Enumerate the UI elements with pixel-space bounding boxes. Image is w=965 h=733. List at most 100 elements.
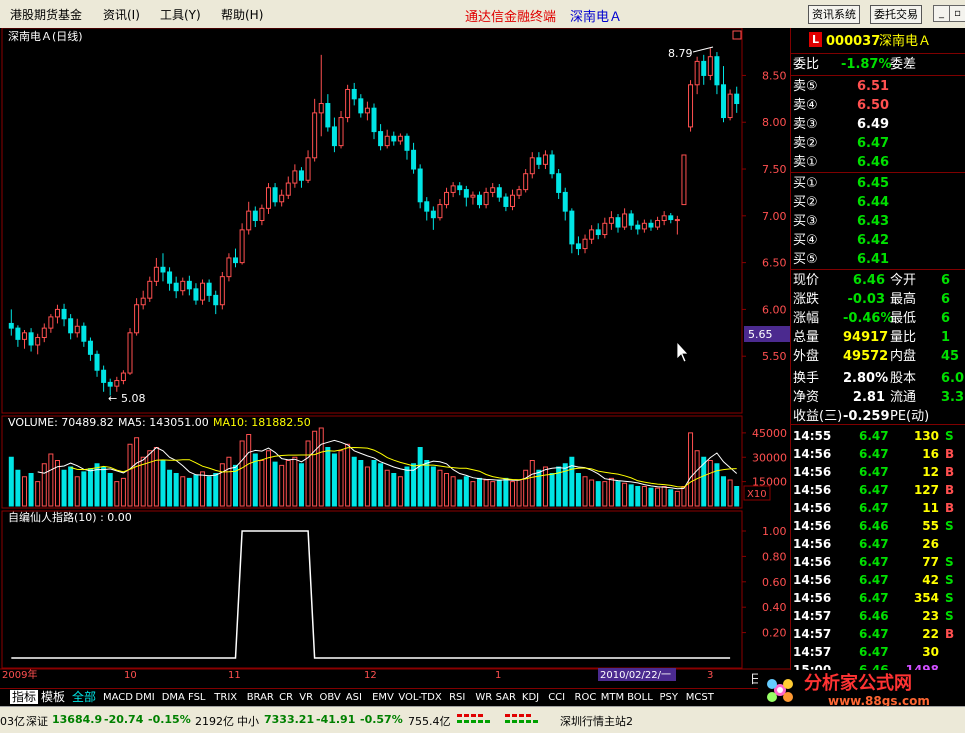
tick-time: 14:55 (793, 429, 832, 443)
candle-body (404, 135, 410, 151)
indicator-tab[interactable]: VOL-TDX (398, 691, 441, 705)
volume-bar (562, 463, 568, 507)
volume-bar (674, 490, 680, 507)
indicator-tab[interactable]: MACD (103, 691, 133, 705)
volume-bar (602, 481, 608, 507)
candle-body (213, 294, 219, 306)
menu-help[interactable]: 帮助(H) (221, 6, 263, 23)
volume-bar (358, 460, 364, 507)
buy-order-row[interactable]: 买④ 6.42 (791, 231, 965, 250)
indicator-tab[interactable]: KDJ (522, 691, 539, 705)
sz-index-change: -20.74 (104, 713, 144, 726)
time-axis: 2009年 10 11 12 1 2010/02/22/一 3 (2, 668, 713, 681)
candle-body (338, 117, 344, 147)
volume-bar (292, 456, 298, 507)
volume-bar (68, 466, 74, 507)
indicator-tab[interactable]: 指标 (10, 690, 39, 704)
buy-order-row[interactable]: 买② 6.44 (791, 193, 965, 212)
volume-bar (345, 443, 351, 507)
candle-body (648, 222, 654, 228)
server-name[interactable]: 深圳行情主站2 (560, 713, 633, 729)
candle-body (681, 154, 687, 206)
indicator-tick-label: 0.60 (762, 576, 787, 589)
stat-value: 49572 (843, 349, 889, 364)
indicator-tab[interactable]: ROC (575, 691, 597, 705)
volume-bar (615, 481, 621, 507)
candle-body (233, 257, 239, 264)
indicator-tab[interactable]: DMA (162, 691, 185, 705)
trade-button[interactable]: 委托交易 (870, 5, 922, 24)
indicator-tab[interactable]: PSY (660, 691, 679, 705)
volume-bar (397, 476, 403, 507)
indicator-tab[interactable]: CR (279, 691, 293, 705)
indicator-tab[interactable]: DMI (135, 691, 154, 705)
low-arrow-icon: ← (108, 392, 117, 405)
indicator-tab[interactable]: 全部 (72, 690, 96, 704)
sell-order-row[interactable]: 卖② 6.47 (791, 134, 965, 153)
sell-level-label: 卖② (793, 136, 818, 151)
tick-volume: 354 (913, 591, 939, 605)
price-tick-label: 6.00 (762, 303, 787, 316)
stock-name: 深南电Ａ (879, 34, 932, 49)
indicator-tab[interactable]: FSL (188, 691, 206, 705)
minimize-icon[interactable]: _ (933, 5, 950, 22)
buy-order-row[interactable]: 买③ 6.43 (791, 212, 965, 231)
indicator-tab[interactable]: OBV (320, 691, 341, 705)
tick-time: 14:56 (793, 447, 832, 461)
indicator-tick-label: 0.40 (762, 601, 787, 614)
volume-bar (655, 487, 661, 507)
kline-chart-area[interactable]: 深南电Ａ(日线) VOLUME: 70489.82 MA5: 143051.00… (0, 27, 790, 688)
sell-order-row[interactable]: 卖⑤ 6.51 (791, 77, 965, 96)
menu-tools[interactable]: 工具(Y) (160, 6, 201, 23)
volume-bar (516, 479, 522, 507)
indicator-tab[interactable]: CCI (548, 691, 565, 705)
indicator-tab[interactable]: SAR (496, 691, 516, 705)
stat-label: 净资 (793, 390, 820, 405)
candle-body (120, 372, 126, 382)
candle-body (94, 353, 100, 371)
indicator-tab[interactable]: ASI (346, 691, 362, 705)
candle-body (582, 238, 588, 250)
indicator-tab[interactable]: EMV (372, 691, 394, 705)
stat-value-2: 6.0 (941, 371, 965, 386)
indicator-tab[interactable]: WR (475, 691, 492, 705)
menu-hk-futures[interactable]: 港股期货基金 (10, 6, 82, 23)
candle-body (345, 88, 351, 119)
tick-row: 14:56 6.47 11 B (791, 499, 965, 517)
tick-row: 14:56 6.47 354 S (791, 589, 965, 607)
indicator-tick-label: 0.20 (762, 627, 787, 640)
sell-order-row[interactable]: 卖① 6.46 (791, 153, 965, 172)
indicator-tab[interactable]: MTM (601, 691, 624, 705)
tick-price: 6.47 (859, 591, 889, 605)
buy-order-row[interactable]: 买⑤ 6.41 (791, 250, 965, 269)
indicator-tab[interactable]: TRIX (214, 691, 237, 705)
volume-bar (371, 460, 377, 507)
candle-body (549, 154, 555, 175)
tick-time: 14:56 (793, 483, 832, 497)
stock-code: 000037 (826, 34, 881, 49)
expand-chart-icon[interactable] (732, 30, 742, 40)
kline-chart-svg[interactable]: 深南电Ａ(日线) VOLUME: 70489.82 MA5: 143051.00… (0, 27, 790, 688)
sell-level-label: 卖③ (793, 117, 818, 132)
indicator-tab[interactable]: BRAR (247, 691, 274, 705)
candlesticks (8, 48, 740, 396)
tick-row: 14:56 6.47 127 B (791, 481, 965, 499)
indicator-tab[interactable]: VR (299, 691, 313, 705)
indicator-axis: 1.00 0.80 0.60 0.40 0.20 (742, 525, 787, 640)
buy-order-row[interactable]: 买① 6.45 (791, 174, 965, 193)
volume-bar (483, 479, 489, 507)
indicator-tab[interactable]: BOLL (627, 691, 653, 705)
volume-bar (147, 450, 153, 507)
tick-price: 6.47 (859, 573, 889, 587)
sell-order-row[interactable]: 卖③ 6.49 (791, 115, 965, 134)
menu-info[interactable]: 资讯(I) (103, 6, 140, 23)
info-system-button[interactable]: 资讯系统 (808, 5, 860, 24)
restore-icon[interactable]: ▫ (949, 5, 965, 22)
tick-row: 14:57 6.46 23 S (791, 607, 965, 625)
sell-order-row[interactable]: 卖④ 6.50 (791, 96, 965, 115)
indicator-tab[interactable]: MCST (686, 691, 714, 705)
indicator-tab[interactable]: 模板 (41, 690, 65, 704)
indicator-tab[interactable]: RSI (449, 691, 465, 705)
volume-bar (542, 466, 548, 507)
status-bar: 03亿 深证 13684.9 -20.74 -0.15% 2192亿 中小 73… (0, 706, 965, 733)
